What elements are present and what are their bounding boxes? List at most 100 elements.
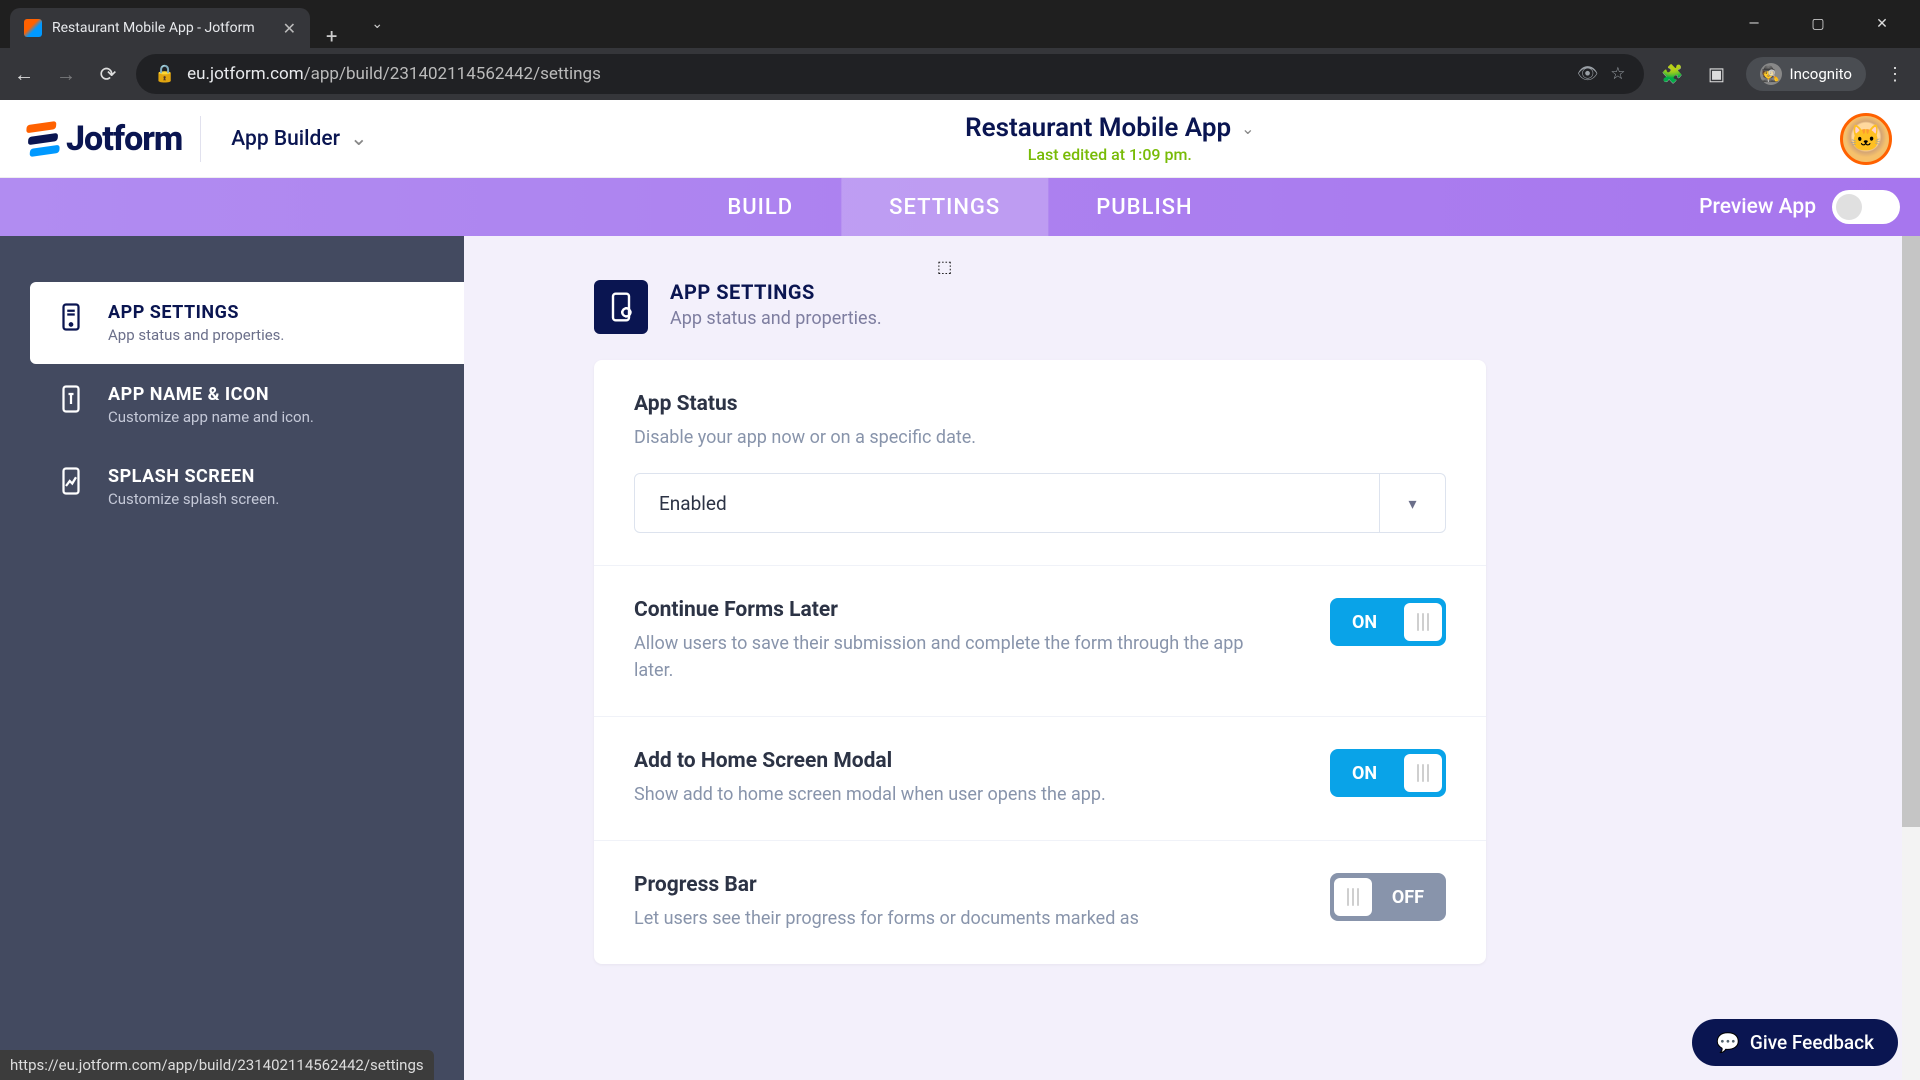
new-tab-button[interactable]: + [310, 24, 353, 48]
browser-menu-icon[interactable]: ⋮ [1880, 64, 1910, 85]
tab-strip: Restaurant Mobile App - Jotform ✕ + [0, 0, 353, 48]
section-app-status: App Status Disable your app now or on a … [594, 360, 1486, 566]
incognito-icon: 🕵 [1760, 63, 1782, 85]
eye-off-icon[interactable]: 👁 [1577, 64, 1599, 84]
logo-text: Jotform [66, 119, 182, 159]
app-title: Restaurant Mobile App [965, 113, 1231, 143]
scrollbar[interactable] [1902, 236, 1920, 1080]
section-desc: Allow users to save their submission and… [634, 630, 1274, 684]
switch-knob [1404, 754, 1442, 792]
jotform-logo[interactable]: Jotform [28, 119, 182, 159]
continue-forms-toggle[interactable]: ON [1330, 598, 1446, 646]
tab-search-icon[interactable]: ⌄ [353, 16, 401, 32]
app-name-icon [56, 384, 86, 414]
header-center: Restaurant Mobile App ⌄ Last edited at 1… [965, 113, 1254, 164]
section-title: Add to Home Screen Modal [634, 749, 1106, 773]
page: Jotform App Builder ⌄ Restaurant Mobile … [0, 100, 1920, 1080]
preview-label: Preview App [1699, 195, 1816, 219]
reload-button[interactable]: ⟳ [94, 62, 122, 86]
app-title-row[interactable]: Restaurant Mobile App ⌄ [965, 113, 1254, 143]
switch-label: ON [1334, 763, 1389, 784]
app-header: Jotform App Builder ⌄ Restaurant Mobile … [0, 100, 1920, 178]
settings-sidebar: APP SETTINGS App status and properties. … [0, 236, 464, 1080]
settings-card: App Status Disable your app now or on a … [594, 360, 1486, 964]
header-left: Jotform App Builder ⌄ [28, 116, 380, 162]
back-button[interactable]: ← [10, 62, 38, 87]
sidebar-title: APP NAME & ICON [108, 384, 314, 405]
last-edited-label: Last edited at 1:09 pm. [1028, 145, 1192, 164]
switch-knob [1334, 878, 1372, 916]
sidebar-sub: App status and properties. [108, 326, 284, 344]
tab-title: Restaurant Mobile App - Jotform [52, 20, 255, 36]
give-feedback-button[interactable]: 💬 Give Feedback [1692, 1019, 1898, 1066]
divider [200, 116, 201, 162]
sidebar-sub: Customize splash screen. [108, 490, 279, 508]
tab-label: PUBLISH [1096, 195, 1192, 220]
settings-main: APP SETTINGS App status and properties. … [464, 236, 1920, 1080]
side-panel-icon[interactable]: ▣ [1702, 64, 1732, 85]
settings-header: APP SETTINGS App status and properties. [464, 280, 1920, 360]
sidebar-title: SPLASH SCREEN [108, 466, 279, 487]
section-desc: Let users see their progress for forms o… [634, 905, 1139, 932]
section-title: App Status [634, 392, 1446, 416]
close-window-button[interactable]: ✕ [1852, 4, 1912, 44]
home-screen-toggle[interactable]: ON [1330, 749, 1446, 797]
tab-settings[interactable]: SETTINGS [841, 178, 1048, 236]
bookmark-star-icon[interactable]: ☆ [1610, 64, 1625, 84]
section-desc: Disable your app now or on a specific da… [634, 424, 1274, 451]
tab-publish[interactable]: PUBLISH [1048, 178, 1240, 236]
section-desc: Show add to home screen modal when user … [634, 781, 1106, 808]
extensions-icon[interactable]: 🧩 [1658, 64, 1688, 85]
minimize-button[interactable]: — [1724, 4, 1784, 44]
section-continue-forms: Continue Forms Later Allow users to save… [594, 566, 1486, 717]
url-text: eu.jotform.com/app/build/231402114562442… [187, 64, 1565, 84]
sidebar-item-app-settings[interactable]: APP SETTINGS App status and properties. [30, 282, 464, 364]
avatar-icon: 🐱 [1850, 124, 1882, 154]
app-builder-dropdown[interactable]: App Builder ⌄ [219, 118, 379, 159]
incognito-label: Incognito [1790, 65, 1852, 83]
sidebar-item-app-name-icon[interactable]: APP NAME & ICON Customize app name and i… [0, 364, 464, 446]
tab-label: SETTINGS [889, 195, 1000, 220]
lock-icon: 🔒 [154, 64, 175, 84]
app-settings-icon [56, 302, 86, 332]
section-title: Continue Forms Later [634, 598, 1274, 622]
address-bar: ← → ⟳ 🔒 eu.jotform.com/app/build/2314021… [0, 48, 1920, 100]
switch-knob [1404, 603, 1442, 641]
browser-tab[interactable]: Restaurant Mobile App - Jotform ✕ [10, 8, 310, 48]
tab-label: BUILD [727, 195, 793, 220]
tabs-nav: BUILD SETTINGS PUBLISH Preview App [0, 178, 1920, 236]
forward-button[interactable]: → [52, 62, 80, 87]
sidebar-item-splash-screen[interactable]: SPLASH SCREEN Customize splash screen. [0, 446, 464, 528]
jotform-favicon-icon [24, 19, 42, 37]
app-builder-label: App Builder [231, 127, 340, 151]
settings-subheading: App status and properties. [670, 308, 882, 329]
select-value: Enabled [635, 474, 1379, 532]
chevron-down-icon: ▾ [1379, 474, 1445, 532]
content-area: APP SETTINGS App status and properties. … [0, 236, 1920, 1080]
status-bar-url: https://eu.jotform.com/app/build/2314021… [0, 1050, 434, 1080]
browser-titlebar: Restaurant Mobile App - Jotform ✕ + ⌄ — … [0, 0, 1920, 48]
sidebar-title: APP SETTINGS [108, 302, 284, 323]
status-select[interactable]: Enabled ▾ [634, 473, 1446, 533]
maximize-button[interactable]: ▢ [1788, 4, 1848, 44]
chevron-down-icon: ⌄ [350, 126, 368, 151]
app-settings-header-icon [594, 280, 648, 334]
switch-label: OFF [1380, 887, 1442, 908]
sidebar-sub: Customize app name and icon. [108, 408, 314, 426]
logo-mark-icon [26, 121, 60, 157]
preview-toggle[interactable] [1832, 190, 1900, 224]
splash-screen-icon [56, 466, 86, 496]
chevron-down-icon: ⌄ [1241, 119, 1254, 138]
window-controls: — ▢ ✕ [1724, 4, 1920, 44]
user-avatar[interactable]: 🐱 [1840, 113, 1892, 165]
url-box[interactable]: 🔒 eu.jotform.com/app/build/2314021145624… [136, 54, 1644, 94]
feedback-label: Give Feedback [1750, 1031, 1874, 1054]
tab-build[interactable]: BUILD [679, 178, 841, 236]
section-home-screen: Add to Home Screen Modal Show add to hom… [594, 717, 1486, 841]
switch-label: ON [1334, 612, 1389, 633]
incognito-badge[interactable]: 🕵 Incognito [1746, 57, 1866, 91]
close-tab-icon[interactable]: ✕ [283, 19, 296, 38]
section-title: Progress Bar [634, 873, 1139, 897]
progress-bar-toggle[interactable]: OFF [1330, 873, 1446, 921]
section-progress-bar: Progress Bar Let users see their progres… [594, 841, 1486, 964]
